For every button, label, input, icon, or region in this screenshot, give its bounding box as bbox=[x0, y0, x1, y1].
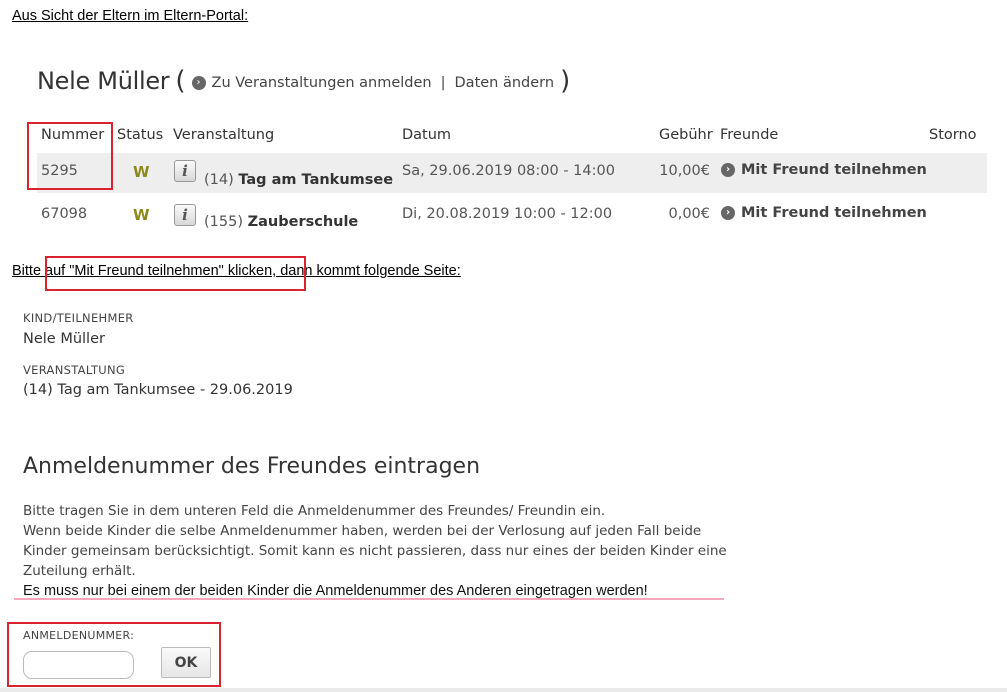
registration-number-label: ANMELDENUMMER: bbox=[23, 629, 135, 642]
event-fee: 10,00€ bbox=[659, 163, 710, 179]
event-value: (14) Tag am Tankumsee - 29.06.2019 bbox=[23, 382, 293, 398]
note-underline bbox=[14, 598, 724, 600]
column-header-fee: Gebühr bbox=[659, 127, 713, 143]
info-icon[interactable]: i bbox=[174, 204, 196, 226]
link-register-events[interactable]: Zu Veranstaltungen anmelden bbox=[212, 75, 432, 91]
join-with-friend-label: Mit Freund teilnehmen bbox=[741, 205, 927, 221]
event-date: Sa, 29.06.2019 08:00 - 14:00 bbox=[402, 163, 615, 179]
header-links: › Zu Veranstaltungen anmelden | Daten än… bbox=[191, 75, 555, 91]
join-with-friend-button[interactable]: › Mit Freund teilnehmen bbox=[721, 205, 927, 221]
child-label: KIND/TEILNEHMER bbox=[23, 311, 134, 325]
status-badge: W bbox=[133, 163, 150, 181]
page-title: Nele Müller ( › Zu Veranstaltungen anmel… bbox=[37, 66, 576, 96]
event-number: (14) bbox=[204, 172, 234, 188]
instruction-line: Wenn beide Kinder die selbe Anmeldenumme… bbox=[23, 523, 727, 579]
caption-instruction: Bitte auf "Mit Freund teilnehmen" klicke… bbox=[12, 263, 461, 279]
link-separator: | bbox=[440, 75, 446, 91]
event-cell: (155) Zauberschule bbox=[204, 214, 358, 230]
status-badge: W bbox=[133, 206, 150, 224]
child-value: Nele Müller bbox=[23, 331, 105, 347]
join-with-friend-button[interactable]: › Mit Freund teilnehmen bbox=[721, 162, 927, 178]
event-name: Tag am Tankumsee bbox=[238, 172, 394, 188]
section-heading: Anmeldenummer des Freundes eintragen bbox=[23, 454, 481, 479]
column-header-date: Datum bbox=[402, 127, 452, 143]
paren-close: ) bbox=[560, 66, 571, 96]
column-header-number: Nummer bbox=[41, 127, 105, 143]
row-number: 5295 bbox=[41, 163, 78, 179]
column-header-friends: Freunde bbox=[720, 127, 779, 143]
column-header-event: Veranstaltung bbox=[173, 127, 275, 143]
join-with-friend-label: Mit Freund teilnehmen bbox=[741, 162, 927, 178]
instruction-line: Bitte tragen Sie in dem unteren Feld die… bbox=[23, 503, 606, 519]
chevron-right-icon: › bbox=[721, 206, 735, 220]
info-icon[interactable]: i bbox=[174, 160, 196, 182]
chevron-right-icon: › bbox=[191, 76, 206, 90]
event-name: Zauberschule bbox=[247, 214, 359, 230]
link-edit-data[interactable]: Daten ändern bbox=[455, 75, 555, 91]
column-header-cancel: Storno bbox=[929, 127, 977, 143]
caption-parent-view: Aus Sicht der Eltern im Eltern-Portal: bbox=[12, 8, 249, 24]
event-fee: 0,00€ bbox=[668, 206, 710, 222]
event-cell: (14) Tag am Tankumsee bbox=[204, 172, 393, 188]
event-label: VERANSTALTUNG bbox=[23, 363, 126, 377]
column-header-status: Status bbox=[117, 127, 164, 143]
event-number: (155) bbox=[204, 214, 243, 230]
paren-open: ( bbox=[175, 66, 186, 96]
instructions-text: Bitte tragen Sie in dem unteren Feld die… bbox=[23, 501, 733, 601]
row-number: 67098 bbox=[41, 206, 88, 222]
registration-number-input[interactable] bbox=[23, 651, 134, 679]
chevron-right-icon: › bbox=[721, 163, 735, 177]
bottom-divider bbox=[0, 688, 1007, 692]
ok-button[interactable]: OK bbox=[161, 647, 211, 678]
child-name: Nele Müller bbox=[37, 67, 170, 95]
event-date: Di, 20.08.2019 10:00 - 12:00 bbox=[402, 206, 613, 222]
